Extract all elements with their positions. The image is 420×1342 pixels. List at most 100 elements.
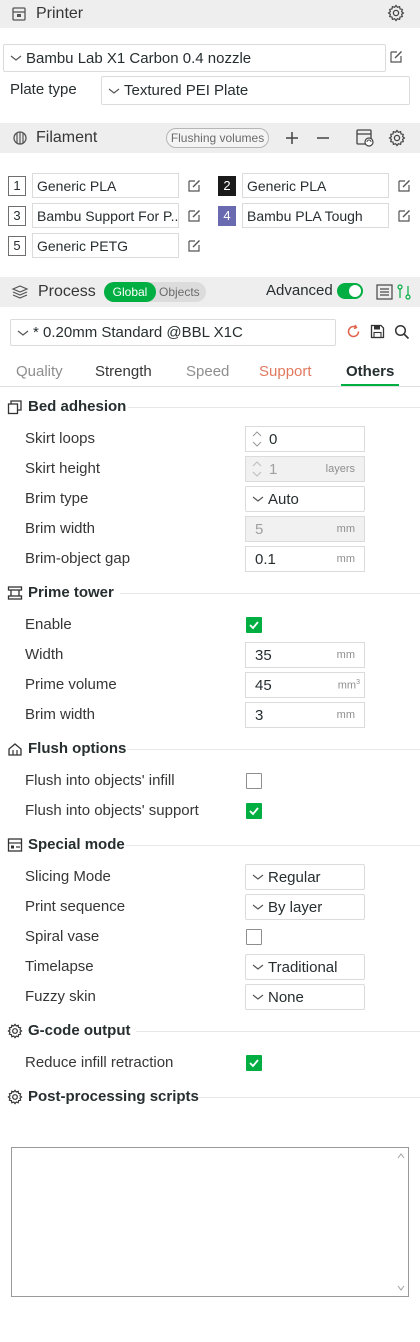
slicing-mode-value: Regular — [268, 868, 321, 886]
section-title: Special mode — [28, 836, 125, 853]
edit-filament-icon[interactable] — [396, 208, 412, 224]
print-sequence-label: Print sequence — [25, 898, 126, 915]
reduce-infill-retraction-checkbox[interactable] — [246, 1055, 262, 1071]
active-tab-underline — [341, 384, 399, 386]
tab-speed[interactable]: Speed — [186, 363, 229, 380]
save-preset-icon[interactable] — [370, 324, 385, 339]
filament-name[interactable]: Generic PETG — [32, 233, 179, 258]
search-icon[interactable] — [394, 324, 410, 340]
process-preset-value: * 0.20mm Standard @BBL X1C — [33, 324, 243, 341]
scroll-up-arrow-icon[interactable] — [397, 1153, 405, 1159]
chevron-down-icon — [10, 54, 22, 62]
plate-type-value: Textured PEI Plate — [124, 82, 249, 99]
slicing-mode-label: Slicing Mode — [25, 868, 111, 885]
brim-width-label: Brim width — [25, 520, 96, 537]
timelapse-select[interactable]: Traditional — [245, 954, 365, 980]
filament-settings-gear-icon[interactable] — [388, 129, 406, 147]
list-view-icon[interactable] — [376, 284, 393, 300]
plate-type-label: Plate type — [10, 81, 77, 98]
filament-name[interactable]: Generic PLA — [32, 173, 179, 198]
gcode-output-section: G-code output — [6, 1022, 130, 1039]
filament-slot-3[interactable]: 3 Bambu Support For P... — [8, 203, 202, 228]
flushing-volumes-button[interactable]: Flushing volumes — [166, 128, 269, 148]
filament-name[interactable]: Bambu Support For P... — [32, 203, 179, 228]
switch-knob — [349, 285, 361, 297]
spin-arrows-icon[interactable] — [250, 460, 264, 478]
spiral-vase-checkbox[interactable] — [246, 929, 262, 945]
skirt-loops-value: 0 — [269, 430, 278, 448]
prime-volume-unit-exponent: 3 — [356, 678, 360, 686]
advanced-toggle-switch[interactable] — [337, 283, 363, 299]
prime-tower-width-unit: mm — [336, 649, 355, 661]
brim-type-select[interactable]: Auto — [245, 486, 365, 512]
edit-filament-icon[interactable] — [186, 238, 202, 254]
flush-support-checkbox[interactable] — [246, 803, 262, 819]
flush-infill-label: Flush into objects' infill — [25, 772, 175, 789]
prime-brim-width-label: Brim width — [25, 706, 96, 723]
brim-object-gap-unit: mm — [336, 553, 355, 565]
filament-slot-5[interactable]: 5 Generic PETG — [8, 233, 202, 258]
section-divider — [120, 593, 420, 594]
spin-arrows-icon[interactable] — [250, 430, 264, 448]
section-divider — [127, 749, 420, 750]
section-title: Prime tower — [28, 584, 114, 601]
tab-quality[interactable]: Quality — [16, 363, 63, 380]
section-title: Flush options — [28, 740, 127, 757]
skirt-loops-spinbox[interactable]: 0 — [245, 426, 365, 452]
edit-filament-icon[interactable] — [186, 178, 202, 194]
filament-slot-4[interactable]: 4 Bambu PLA Tough — [218, 203, 412, 228]
prime-volume-input[interactable]: 45 mm3 — [245, 672, 365, 698]
filament-name[interactable]: Generic PLA — [242, 173, 389, 198]
scroll-down-arrow-icon[interactable] — [397, 1285, 405, 1291]
prime-brim-width-input[interactable]: 3 mm — [245, 702, 365, 728]
edit-filament-icon[interactable] — [396, 178, 412, 194]
fuzzy-skin-select[interactable]: None — [245, 984, 365, 1010]
skirt-height-label: Skirt height — [25, 460, 101, 477]
add-filament-icon[interactable] — [284, 130, 300, 146]
reduce-infill-retraction-label: Reduce infill retraction — [25, 1054, 174, 1071]
section-title: G-code output — [28, 1022, 131, 1039]
print-sequence-select[interactable]: By layer — [245, 894, 365, 920]
printer-settings-gear-icon[interactable] — [387, 4, 405, 22]
flush-infill-checkbox[interactable] — [246, 773, 262, 789]
skirt-height-spinbox[interactable]: 1 layers — [245, 456, 365, 482]
bed-adhesion-section: Bed adhesion — [6, 398, 126, 415]
plate-type-select[interactable]: Textured PEI Plate — [101, 76, 410, 105]
tab-support[interactable]: Support — [259, 363, 312, 380]
filament-name[interactable]: Bambu PLA Tough — [242, 203, 389, 228]
filament-number-badge: 5 — [8, 235, 26, 256]
filament-slot-1[interactable]: 1 Generic PLA — [8, 173, 202, 198]
toggle-objects-option[interactable]: Objects — [159, 285, 200, 299]
process-header: Process Global Objects Advanced — [0, 277, 420, 307]
reset-preset-icon[interactable] — [346, 324, 361, 339]
chevron-down-icon — [252, 903, 264, 911]
filament-icon — [10, 130, 30, 146]
printer-preset-value: Bambu Lab X1 Carbon 0.4 nozzle — [26, 49, 252, 67]
ams-sync-icon[interactable] — [355, 128, 375, 148]
chevron-down-icon — [17, 329, 29, 337]
tab-strip-divider — [0, 386, 420, 387]
edit-filament-icon[interactable] — [186, 208, 202, 224]
brim-type-value: Auto — [268, 490, 299, 508]
edit-printer-icon[interactable] — [388, 49, 404, 65]
brim-width-input[interactable]: 5 mm — [245, 516, 365, 542]
slicing-mode-select[interactable]: Regular — [245, 864, 365, 890]
post-processing-scripts-textarea[interactable] — [11, 1147, 409, 1297]
section-title: Post-processing scripts — [28, 1088, 199, 1105]
prime-tower-enable-checkbox[interactable] — [246, 617, 262, 633]
prime-tower-width-input[interactable]: 35 mm — [245, 642, 365, 668]
tab-strength[interactable]: Strength — [95, 363, 152, 380]
filament-number-badge: 4 — [218, 205, 236, 226]
tab-others[interactable]: Others — [346, 363, 394, 380]
section-divider — [126, 845, 420, 846]
printer-preset-select[interactable]: Bambu Lab X1 Carbon 0.4 nozzle — [3, 44, 386, 72]
global-objects-toggle[interactable]: Global Objects — [104, 282, 206, 302]
brim-object-gap-input[interactable]: 0.1 mm — [245, 546, 365, 572]
process-preset-select[interactable]: * 0.20mm Standard @BBL X1C — [10, 319, 336, 346]
special-mode-icon — [6, 837, 24, 853]
compare-presets-icon[interactable] — [397, 284, 411, 300]
toggle-global-option[interactable]: Global — [104, 282, 156, 302]
remove-filament-icon[interactable] — [315, 130, 331, 146]
filament-slot-2[interactable]: 2 Generic PLA — [218, 173, 412, 198]
fuzzy-skin-value: None — [268, 988, 304, 1006]
